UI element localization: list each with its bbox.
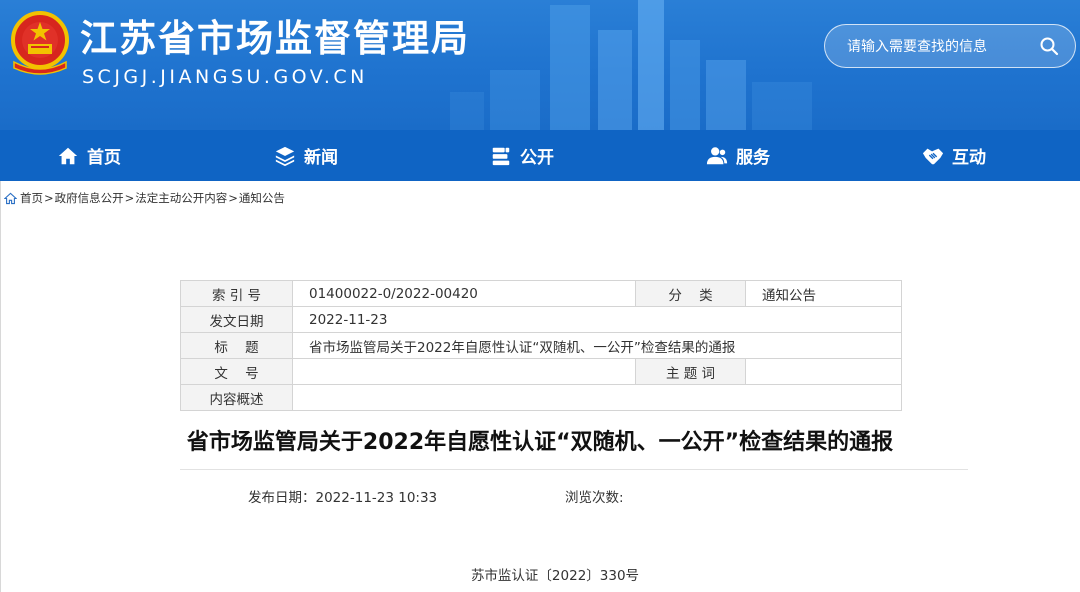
- nav-label: 服务: [736, 148, 770, 168]
- home-icon: [58, 147, 78, 164]
- date-value: 2022-11-23: [292, 306, 902, 333]
- nav-label: 新闻: [304, 148, 338, 168]
- table-row: 发文日期 2022-11-23: [180, 306, 902, 333]
- main-nav: 首页 新闻 公开 服务 互动: [0, 130, 1080, 181]
- breadcrumb: 首页 > 政府信息公开 > 法定主动公开内容 > 通知公告: [4, 190, 285, 206]
- index-label: 索 引 号: [180, 280, 293, 307]
- summary-label: 内容概述: [180, 384, 293, 411]
- nav-item-home[interactable]: 首页: [57, 130, 121, 181]
- table-row: 内容概述: [180, 384, 902, 411]
- table-row: 文 号 主 题 词: [180, 358, 902, 385]
- document-number: 苏市监认证〔2022〕330号: [470, 568, 640, 584]
- site-title: 江苏省市场监督管理局: [80, 17, 470, 60]
- category-label: 分 类: [635, 280, 746, 307]
- search-icon[interactable]: [1039, 36, 1059, 56]
- breadcrumb-legal-content[interactable]: 法定主动公开内容: [135, 190, 227, 206]
- nav-item-open[interactable]: 公开: [490, 130, 554, 181]
- nav-item-interact[interactable]: 互动: [922, 130, 986, 181]
- breadcrumb-gov-info[interactable]: 政府信息公开: [55, 190, 124, 206]
- nav-item-news[interactable]: 新闻: [274, 130, 338, 181]
- breadcrumb-separator: >: [228, 191, 238, 205]
- search-box: [824, 24, 1076, 69]
- summary-value: [292, 384, 902, 411]
- title-divider: [180, 469, 968, 470]
- category-value: 通知公告: [745, 280, 902, 307]
- docno-value: [292, 358, 636, 385]
- title-value: 省市场监管局关于2022年自愿性认证“双随机、一公开”检查结果的通报: [292, 332, 902, 359]
- nav-label: 互动: [952, 148, 986, 168]
- docno-label: 文 号: [180, 358, 293, 385]
- home-icon: [4, 192, 17, 204]
- subject-label: 主 题 词: [635, 358, 746, 385]
- breadcrumb-separator: >: [44, 191, 54, 205]
- search-input[interactable]: [845, 25, 1029, 69]
- breadcrumb-separator: >: [124, 191, 135, 205]
- table-row: 标 题 省市场监管局关于2022年自愿性认证“双随机、一公开”检查结果的通报: [180, 332, 902, 359]
- layers-icon: [275, 146, 295, 166]
- handshake-icon: [922, 148, 944, 164]
- people-icon: [706, 146, 728, 164]
- nav-label: 公开: [520, 148, 554, 168]
- content-border: [0, 181, 1, 592]
- site-url: SCJGJ.JIANGSU.GOV.CN: [82, 66, 368, 88]
- breadcrumb-home[interactable]: 首页: [20, 190, 43, 206]
- title-label: 标 题: [180, 332, 293, 359]
- index-value: 01400022-0/2022-00420: [292, 280, 636, 307]
- publish-date: 发布日期：2022-11-23 10:33: [248, 490, 438, 506]
- city-skyline-banner: [450, 0, 812, 130]
- date-label: 发文日期: [180, 306, 293, 333]
- national-emblem-icon: [11, 11, 69, 75]
- nav-item-service[interactable]: 服务: [706, 130, 770, 181]
- documents-icon: [492, 147, 510, 165]
- view-count: 浏览次数:: [565, 490, 624, 506]
- breadcrumb-notices[interactable]: 通知公告: [239, 190, 285, 206]
- table-row: 索 引 号 01400022-0/2022-00420 分 类 通知公告: [180, 280, 902, 307]
- article-title: 省市场监管局关于2022年自愿性认证“双随机、一公开”检查结果的通报: [186, 430, 894, 455]
- nav-label: 首页: [87, 148, 121, 168]
- subject-value: [745, 358, 902, 385]
- site-header: 江苏省市场监督管理局 SCJGJ.JIANGSU.GOV.CN: [0, 0, 1080, 130]
- document-info-table: 索 引 号 01400022-0/2022-00420 分 类 通知公告 发文日…: [180, 280, 902, 411]
